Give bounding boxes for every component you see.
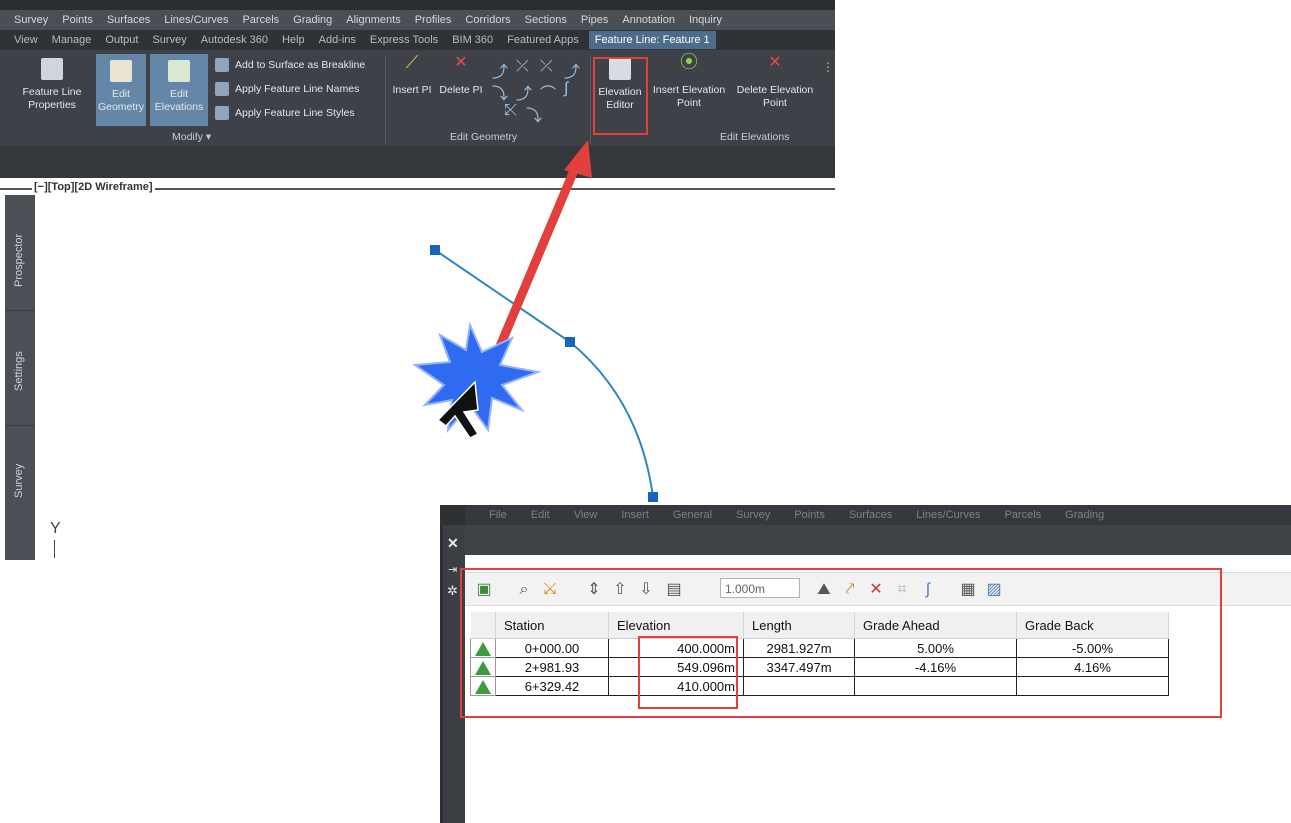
elevation-column-highlight (638, 636, 738, 709)
bg-menu-grading: Grading (1065, 509, 1105, 521)
properties-icon[interactable]: ✲ (447, 583, 458, 599)
bg-menu-edit: Edit (530, 509, 550, 521)
vertex-marker[interactable] (430, 245, 440, 255)
bg-menu-insert: Insert (621, 509, 649, 521)
vertex-marker[interactable] (565, 337, 575, 347)
bg-menu-survey: Survey (736, 509, 771, 521)
close-icon[interactable]: ✕ (447, 535, 459, 552)
bg-menu-file: File (489, 509, 507, 521)
bg-menu-lines-curves: Lines/Curves (916, 509, 981, 521)
bg-menu-parcels: Parcels (1004, 509, 1042, 521)
editor-highlight (460, 568, 1222, 718)
auto-hide-icon[interactable]: ⇥ (448, 563, 457, 576)
callout-arrow-head (564, 140, 592, 178)
bg-menu-general: General (672, 509, 713, 521)
click-burst-icon (412, 321, 542, 434)
palette-title-bar[interactable] (465, 525, 1291, 555)
bg-menu-surfaces: Surfaces (848, 509, 893, 521)
palette-background-menu: File Edit View Insert General Survey Poi… (465, 505, 1291, 525)
bg-menu-points: Points (794, 509, 825, 521)
bg-menu-view: View (573, 509, 598, 521)
vertex-marker[interactable] (648, 492, 658, 502)
callout-arrow-shaft (485, 166, 580, 372)
